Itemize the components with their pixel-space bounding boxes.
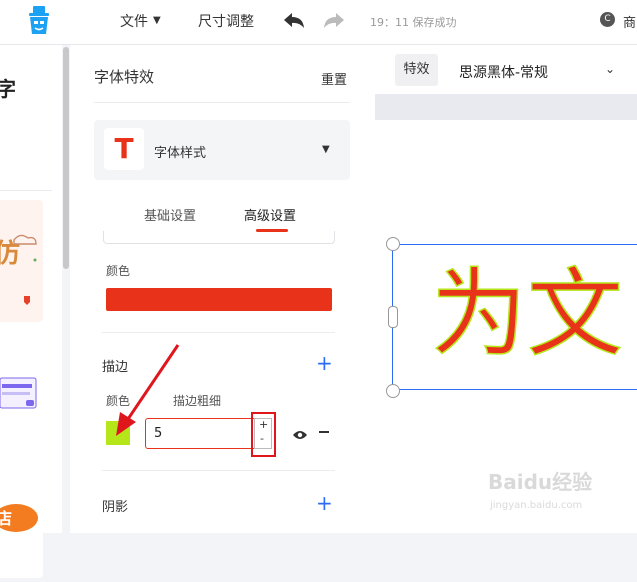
template-thumbnail[interactable] — [0, 332, 43, 456]
font-family-select[interactable]: 思源黑体-常规 — [459, 62, 548, 82]
text-element-selection[interactable]: 为文 — [392, 244, 637, 390]
resize-handle[interactable] — [386, 237, 400, 251]
font-style-card[interactable]: T 字体样式 ▼ — [94, 120, 350, 180]
chevron-down-icon[interactable]: ⌄ — [605, 62, 615, 76]
baidu-watermark: Baidu经验 jingyan.baidu.com — [488, 466, 618, 521]
add-shadow-button[interactable]: + — [316, 493, 333, 513]
watermark-url: jingyan.baidu.com — [490, 500, 583, 511]
svg-text:仿: 仿 — [0, 238, 20, 269]
divider — [0, 190, 52, 191]
eye-icon[interactable] — [292, 426, 308, 445]
divider — [102, 332, 335, 333]
undo-icon[interactable] — [283, 12, 305, 34]
template-thumbnail[interactable]: 店 — [0, 464, 43, 578]
tab-basic-settings[interactable]: 基础设置 — [144, 205, 196, 224]
fill-color-swatch[interactable] — [106, 288, 332, 311]
app-logo-icon[interactable] — [26, 6, 52, 36]
file-menu[interactable]: 文件 — [120, 11, 148, 31]
font-effects-panel: 字体特效 重置 T 字体样式 ▼ 基础设置 高级设置 颜色 描边 + 颜色 描边… — [70, 45, 375, 533]
toolbar-shadow-strip — [375, 94, 637, 120]
stepper-highlight-box — [251, 412, 276, 457]
size-adjust-menu[interactable]: 尺寸调整 — [198, 11, 254, 31]
font-style-label: 字体样式 — [154, 146, 207, 161]
svg-text:店: 店 — [0, 509, 12, 528]
account-text[interactable]: 商 — [623, 12, 636, 31]
account-icon[interactable]: C — [600, 12, 615, 27]
effects-tab-label: 特效 — [403, 62, 430, 77]
editor-toolbar: 特效 思源黑体-常规 ⌄ — [375, 45, 637, 94]
account-initial: C — [604, 14, 611, 24]
top-bar: 文件 ▼ 尺寸调整 19：11 保存成功 C 商 — [0, 0, 637, 45]
effects-tab[interactable]: 特效 — [395, 54, 438, 86]
canvas-text[interactable]: 为文 — [430, 249, 624, 379]
file-menu-caret-icon[interactable]: ▼ — [153, 15, 161, 26]
save-status: 19：11 保存成功 — [370, 16, 457, 29]
font-style-letter-icon: T — [114, 132, 134, 165]
template-panel: 字 仿 店 — [0, 45, 69, 578]
panel-title: 字体特效 — [94, 68, 155, 86]
resize-handle[interactable] — [388, 306, 398, 328]
remove-stroke-button[interactable] — [319, 431, 329, 433]
prev-section-edge — [103, 231, 335, 244]
add-stroke-button[interactable]: + — [316, 353, 333, 373]
font-style-thumbnail: T — [104, 128, 144, 170]
redo-icon[interactable] — [323, 12, 345, 34]
tab-advanced-settings[interactable]: 高级设置 — [244, 205, 296, 224]
resize-handle[interactable] — [386, 384, 400, 398]
watermark-title: Baidu经验 — [488, 470, 593, 494]
dropdown-caret-icon[interactable]: ▼ — [322, 144, 330, 155]
template-thumbnail[interactable]: 仿 — [0, 200, 43, 322]
panel-heading: 字 — [0, 77, 16, 101]
divider — [102, 470, 335, 471]
scrollbar[interactable] — [63, 47, 69, 269]
annotation-arrow — [116, 344, 180, 436]
divider — [94, 102, 350, 103]
reset-button[interactable]: 重置 — [321, 69, 347, 88]
fill-color-label: 颜色 — [106, 264, 131, 278]
shadow-title: 阴影 — [102, 500, 129, 515]
